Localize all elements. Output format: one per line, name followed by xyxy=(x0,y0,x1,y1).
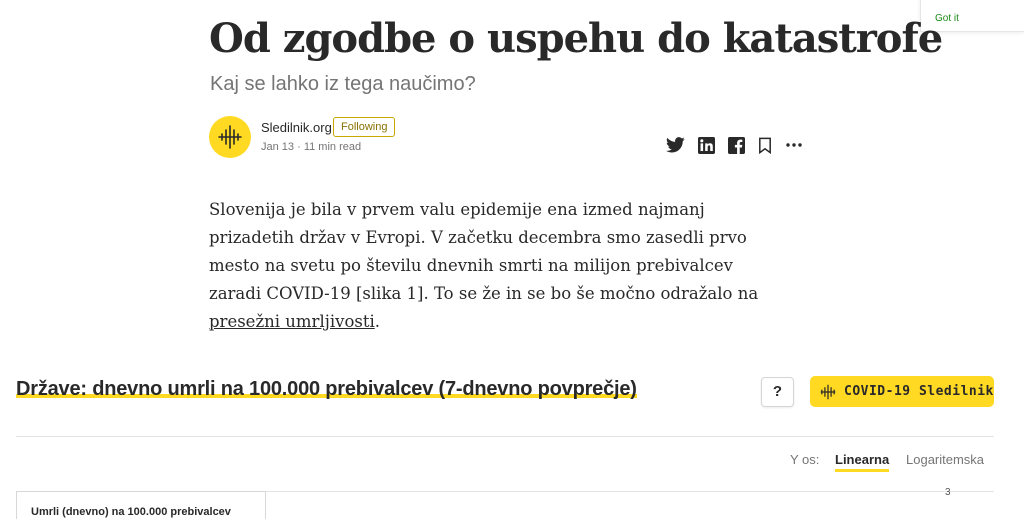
following-button[interactable]: Following xyxy=(333,117,396,137)
y-axis-tick: 3 xyxy=(945,487,951,498)
scale-log-option[interactable]: Logaritemska xyxy=(906,452,984,467)
chart-series-label: Umrli (dnevno) na 100.000 prebivalcev xyxy=(16,491,266,519)
read-time: 11 min read xyxy=(303,141,362,153)
scale-linear-option[interactable]: Linearna xyxy=(835,452,890,472)
excess-mortality-link[interactable]: presežni umrljivosti xyxy=(209,312,375,331)
y-axis-scale-label: Y os: xyxy=(790,452,820,467)
bookmark-button[interactable] xyxy=(755,136,775,154)
help-button[interactable]: ? xyxy=(761,377,794,407)
embed-divider xyxy=(16,436,994,437)
sledilnik-logo-icon xyxy=(820,384,836,400)
meta-separator: · xyxy=(297,141,304,153)
author-name[interactable]: Sledilnik.org xyxy=(261,120,332,135)
embed-chart-title: Države: dnevno umrli na 100.000 prebival… xyxy=(16,378,637,401)
sledilnik-brand-button[interactable]: COVID-19 Sledilnik xyxy=(810,376,994,407)
brand-button-label: COVID-19 Sledilnik xyxy=(844,384,994,399)
author-avatar[interactable] xyxy=(209,116,251,158)
linkedin-icon xyxy=(697,136,715,154)
more-options-button[interactable] xyxy=(784,136,804,154)
facebook-icon xyxy=(727,136,745,154)
paragraph-text: Slovenija je bila v prvem valu epidemije… xyxy=(209,200,759,303)
article-paragraph: Slovenija je bila v prvem valu epidemije… xyxy=(209,196,789,336)
more-horizontal-icon xyxy=(786,143,802,147)
bookmark-icon xyxy=(759,137,771,154)
publish-date: Jan 13 xyxy=(261,141,295,153)
article-subtitle: Kaj se lahko iz tega naučimo? xyxy=(210,73,476,95)
article-title: Od zgodbe o uspehu do katastrofe xyxy=(209,15,943,62)
article-meta: Jan 13 · 11 min read xyxy=(261,141,361,153)
linkedin-share-button[interactable] xyxy=(696,136,716,154)
embed-chart-title-text: Države: dnevno umrli na 100.000 prebival… xyxy=(16,378,637,400)
twitter-icon xyxy=(665,137,685,153)
sledilnik-logo-icon xyxy=(218,125,242,149)
paragraph-end: . xyxy=(374,312,380,331)
twitter-share-button[interactable] xyxy=(665,136,685,154)
facebook-share-button[interactable] xyxy=(726,136,746,154)
